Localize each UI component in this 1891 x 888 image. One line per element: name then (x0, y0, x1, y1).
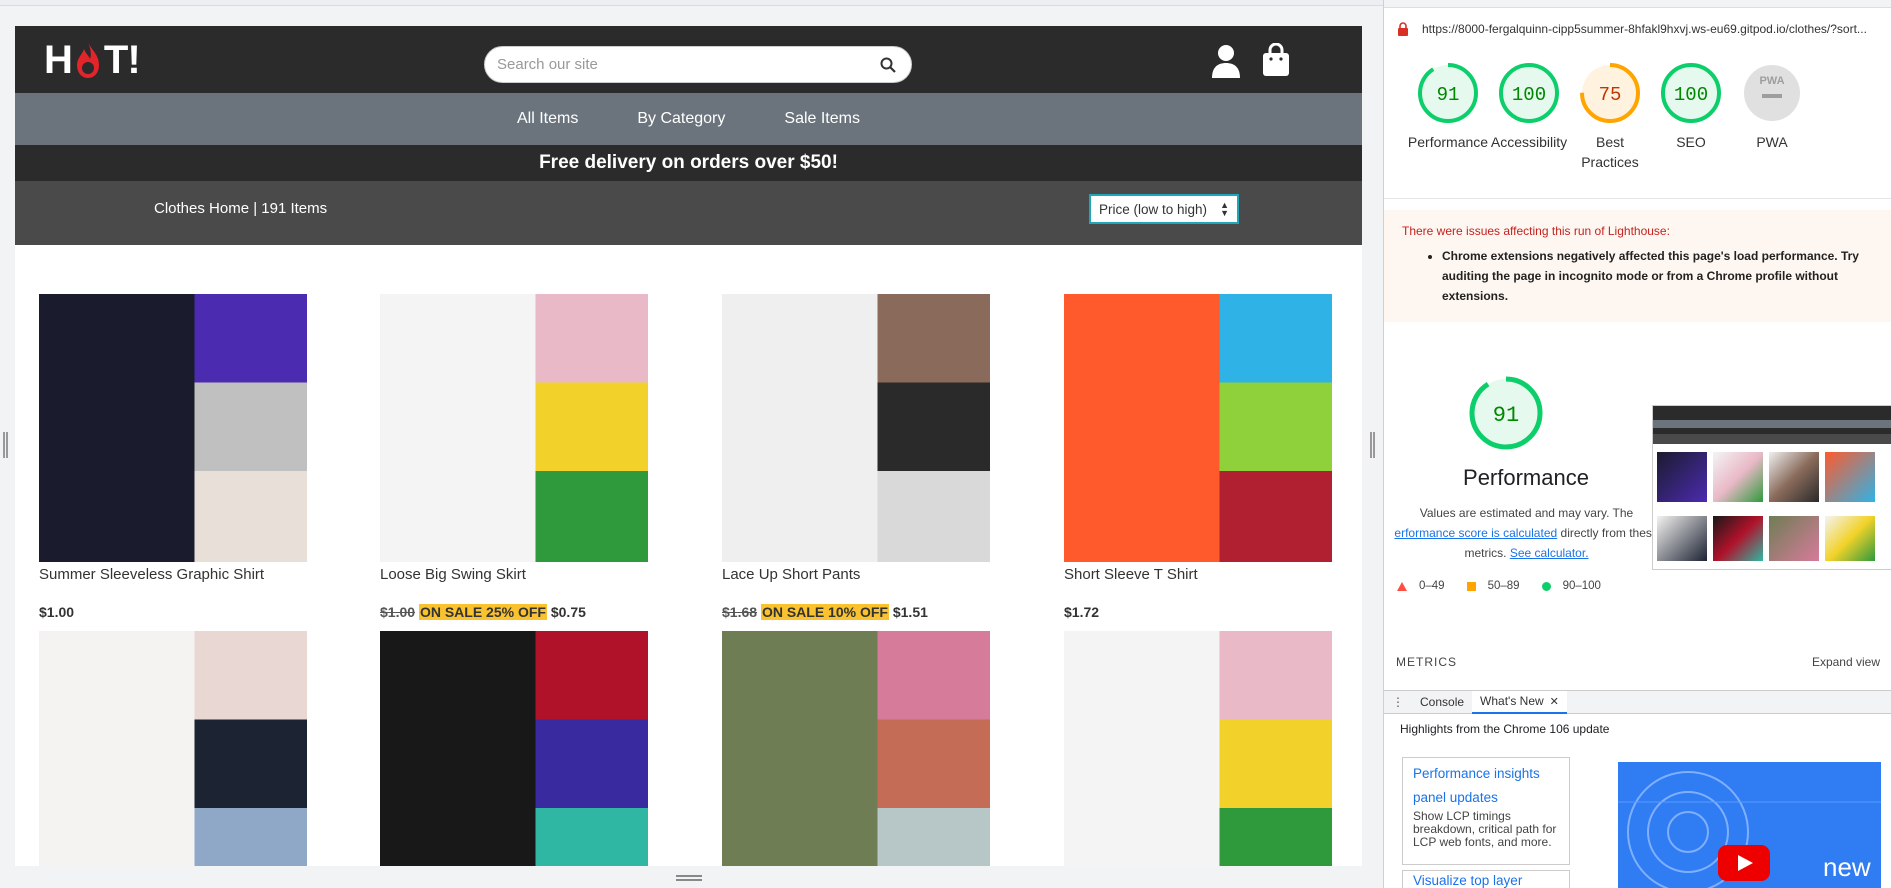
performance-description: Values are estimated and may vary. The e… (1394, 506, 1659, 560)
product-price: $1.00 (39, 604, 74, 620)
product-image[interactable] (39, 294, 307, 562)
divider (1384, 198, 1891, 199)
performance-gauge: 91 (1469, 376, 1543, 450)
whats-new-card[interactable]: Performance insights panel updates Show … (1402, 757, 1570, 865)
score-value: 100 (1512, 84, 1546, 106)
score-value: 75 (1599, 84, 1622, 106)
lighthouse-warning: There were issues affecting this run of … (1384, 210, 1891, 322)
score-value: 91 (1437, 84, 1460, 106)
website: H T! Search our site All Items By Catego… (15, 26, 1362, 866)
pwa-badge-icon: PWA (1759, 75, 1784, 87)
red-triangle-icon (1397, 581, 1407, 591)
whats-new-card-desc: Show LCP timings breakdown, critical pat… (1413, 809, 1557, 849)
whats-new-card-title[interactable]: Performance insights panel updates (1413, 762, 1559, 810)
product-image[interactable] (380, 631, 648, 866)
product-price: $1.00 ON SALE 25% OFF $0.75 (380, 604, 586, 620)
product-image[interactable] (1064, 294, 1332, 562)
account-icon[interactable] (1210, 44, 1242, 78)
current-price: $1.72 (1064, 604, 1100, 620)
devtools-topstrip (1384, 0, 1891, 8)
current-price: $1.00 (39, 604, 75, 620)
video-caption: new (1823, 852, 1871, 882)
score-label: Best Practices (1581, 134, 1639, 170)
close-icon[interactable]: ✕ (1550, 695, 1559, 708)
category-breadcrumb: Clothes Home | 191 Items (154, 200, 328, 217)
main-nav: All Items By Category Sale Items (15, 93, 1362, 145)
score-gauges: 91 Performance 100 Accessibility 75 Best Prac… (1384, 60, 1891, 190)
select-arrows-icon: ▲ ▼ (1220, 200, 1229, 218)
left-resize-handle[interactable] (3, 432, 8, 458)
sale-badge: ON SALE 25% OFF (418, 604, 547, 620)
warning-item: Chrome extensions negatively affected th… (1442, 246, 1882, 306)
score-label: PWA (1756, 134, 1788, 150)
product-name[interactable]: Loose Big Swing Skirt (380, 566, 710, 583)
nav-all-items[interactable]: All Items (517, 110, 578, 128)
product-price: $1.68 ON SALE 10% OFF $1.51 (722, 604, 928, 620)
performance-score: 91 (1493, 403, 1519, 428)
logo[interactable]: H T! (44, 38, 141, 82)
performance-section: 91 Performance Values are estimated and … (1384, 375, 1891, 595)
search-input[interactable] (497, 56, 877, 73)
expand-view-toggle[interactable]: Expand view (1812, 655, 1880, 669)
product-image[interactable] (1064, 631, 1332, 866)
product-name[interactable]: Short Sleeve T Shirt (1064, 566, 1362, 583)
orange-square-icon (1466, 581, 1476, 591)
product-image[interactable] (722, 631, 990, 866)
whats-new-heading: Highlights from the Chrome 106 update (1400, 722, 1610, 736)
whats-new-card[interactable]: Visualize top layer (1402, 870, 1570, 888)
tab-console[interactable]: Console (1412, 691, 1472, 714)
current-price: $1.51 (892, 604, 928, 620)
whats-new-video[interactable]: new (1618, 762, 1881, 888)
product-image[interactable] (722, 294, 990, 562)
browser-strip (0, 0, 1383, 6)
metrics-header: METRICS Expand view (1396, 655, 1880, 669)
product-name[interactable]: Summer Sleeveless Graphic Shirt (39, 566, 369, 583)
search-bar (484, 46, 912, 83)
listing-controls: Clothes Home | 191 Items Price (low to h… (15, 181, 1362, 245)
devtools-panel: https://8000-fergalquinn-cipp5summer-8hf… (1383, 0, 1891, 888)
sort-selected-value: Price (low to high) (1099, 201, 1208, 217)
original-price: $1.68 (722, 604, 758, 620)
sort-select[interactable]: Price (low to high) ▲ ▼ (1089, 194, 1239, 224)
warning-lock-icon (1398, 22, 1408, 36)
score-gauge[interactable]: PWA PWA (1722, 60, 1822, 152)
green-circle-icon (1541, 581, 1551, 591)
header: H T! (15, 26, 1362, 93)
shopping-bag-icon[interactable] (1261, 43, 1291, 77)
sale-badge: ON SALE 10% OFF (760, 604, 889, 620)
pwa-dash-icon (1762, 94, 1782, 98)
report-url-bar: https://8000-fergalquinn-cipp5summer-8hf… (1384, 15, 1891, 43)
original-price: $1.00 (380, 604, 416, 620)
promo-banner: Free delivery on orders over $50! (15, 145, 1362, 181)
score-value: 100 (1674, 84, 1708, 106)
nav-sale-items[interactable]: Sale Items (784, 110, 860, 128)
search-icon[interactable] (877, 54, 899, 76)
score-calculated-link[interactable]: erformance score is calculated (1394, 526, 1557, 540)
nav-by-category[interactable]: By Category (637, 110, 725, 128)
performance-title: Performance (1463, 465, 1589, 490)
product-name[interactable]: Lace Up Short Pants (722, 566, 1052, 583)
devtools-resize-handle[interactable] (1370, 432, 1375, 458)
drawer-tabbar: ⋮ Console What's New ✕ (1384, 690, 1891, 714)
report-url[interactable]: https://8000-fergalquinn-cipp5summer-8hf… (1422, 22, 1867, 36)
warning-heading: There were issues affecting this run of … (1402, 224, 1670, 238)
page-screenshot-thumbnail (1652, 405, 1891, 570)
product-image[interactable] (380, 294, 648, 562)
website-viewport: H T! Search our site All Items By Catego… (0, 0, 1383, 888)
current-price: $0.75 (550, 604, 586, 620)
product-image[interactable] (39, 631, 307, 866)
horizontal-resize-handle[interactable] (676, 875, 702, 881)
product-price: $1.72 (1064, 604, 1099, 620)
tab-whats-new[interactable]: What's New ✕ (1472, 690, 1567, 714)
whats-new-card-title[interactable]: Visualize top layer (1413, 873, 1559, 888)
calculator-link[interactable]: See calculator. (1510, 546, 1589, 560)
youtube-play-icon[interactable] (1718, 845, 1770, 881)
flame-icon (76, 42, 99, 78)
more-vert-icon[interactable]: ⋮ (1384, 695, 1412, 709)
score-legend: 0–49 50–89 90–100 (1397, 580, 1623, 592)
